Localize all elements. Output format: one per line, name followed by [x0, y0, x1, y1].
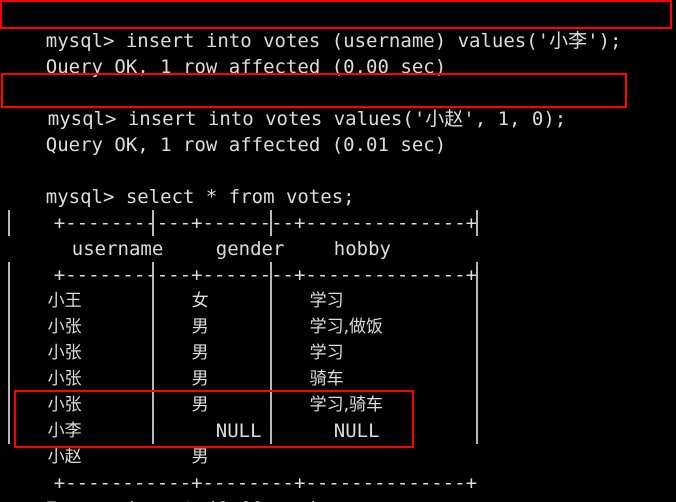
terminal-line-text: 7 rows in set (0.00 sec): [46, 498, 321, 502]
table-rule: [8, 262, 10, 444]
table-row: 骑车: [288, 340, 344, 389]
table-row: 小王: [26, 262, 82, 311]
terminal-line-text: Query OK, 1 row affected (0.00 sec): [45, 56, 447, 78]
terminal-window: mysql> insert into votes (username) valu…: [0, 0, 676, 502]
table-row: 小张: [26, 314, 82, 363]
table-row: 小张: [26, 340, 82, 389]
terminal-line-cmd-insert-full: mysql> insert into votes values('小赵', 1,…: [2, 80, 566, 130]
terminal-line-result-insert-username: Query OK, 1 row affected (0.00 sec): [0, 28, 446, 78]
terminal-line-cmd-select: mysql> select * from votes;: [0, 158, 355, 208]
table-header-hobby: hobby: [288, 210, 391, 260]
table-rule: [270, 262, 272, 444]
table-rule: [152, 210, 154, 236]
table-border-header: +-----------+--------+--------------+: [8, 236, 477, 286]
table-rule: [270, 210, 272, 236]
table-row: 男: [170, 340, 209, 389]
table-row: NULL: [288, 392, 380, 442]
table-border-text: +-----------+--------+--------------+: [53, 264, 478, 286]
table-row: 小李: [26, 392, 82, 441]
terminal-footer-rowcount: 7 rows in set (0.00 sec): [0, 470, 321, 502]
table-row: [288, 418, 310, 444]
cell-hobby: NULL: [333, 420, 380, 442]
table-row: 学习: [288, 314, 344, 363]
terminal-line-cmd-insert-username: mysql> insert into votes (username) valu…: [0, 2, 622, 52]
cell-gender: NULL: [215, 420, 262, 442]
table-border-top: +-----------+--------+--------------+: [8, 184, 477, 234]
table-row: 男: [170, 418, 209, 467]
table-row: 男: [170, 288, 209, 337]
table-rule: [152, 262, 154, 444]
table-row: 学习,做饭: [288, 288, 383, 337]
table-row: 学习,骑车: [288, 366, 383, 415]
table-row: 男: [170, 314, 209, 363]
table-row: 小张: [26, 288, 82, 337]
table-row: NULL: [170, 392, 262, 442]
table-row: 女: [170, 262, 209, 311]
terminal-line-result-insert-full: Query OK, 1 row affected (0.01 sec): [0, 106, 446, 156]
table-rule: [8, 210, 10, 236]
table-row: 小张: [26, 366, 82, 415]
table-row: 小赵: [26, 418, 82, 467]
table-header-gender: gender: [170, 210, 285, 260]
table-rule: [476, 262, 478, 444]
table-rule: [476, 210, 478, 236]
table-header-username: username: [26, 210, 164, 260]
terminal-line-text: Query OK, 1 row affected (0.01 sec): [45, 134, 447, 156]
table-border-bottom: +-----------+--------+--------------+: [8, 444, 477, 494]
table-row: 学习: [288, 262, 344, 311]
table-row: 男: [170, 366, 209, 415]
